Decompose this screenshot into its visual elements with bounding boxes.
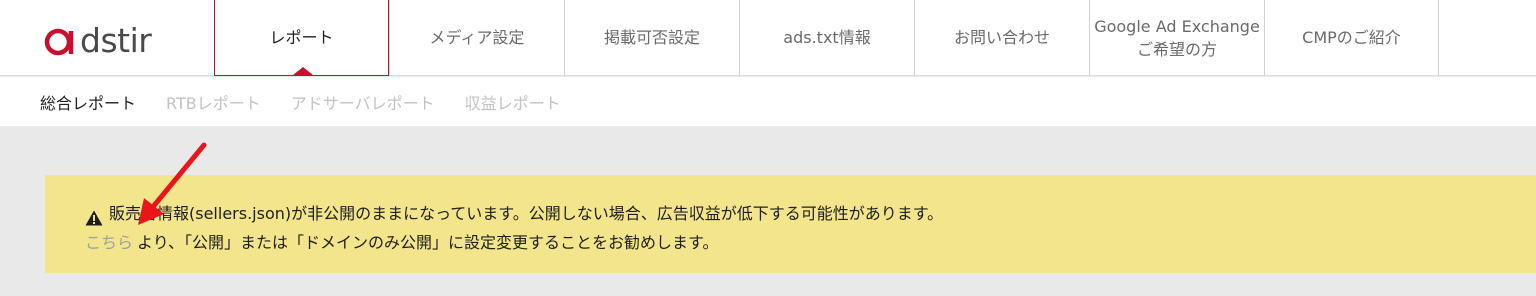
nav-tab-label: CMPのご紹介 xyxy=(1302,28,1401,48)
subnav-revenue-report[interactable]: 収益レポート xyxy=(465,90,561,114)
warning-recommendation: より、「公開」または「ドメインのみ公開」に設定変更することをお勧めします。 xyxy=(137,233,719,252)
subnav-total-report[interactable]: 総合レポート xyxy=(40,90,136,114)
nav-tab-label: Google Ad Exchange xyxy=(1094,16,1260,36)
nav-tab-placement-settings[interactable]: 掲載可否設定 xyxy=(564,0,739,76)
sellers-json-warning-banner: 販売者情報(sellers.json)が非公開のままになっています。公開しない場… xyxy=(45,175,1536,273)
subnav-adserver-report[interactable]: アドサーバレポート xyxy=(291,90,435,114)
nav-tab-ads-txt[interactable]: ads.txt情報 xyxy=(739,0,914,76)
warning-message: 販売者情報(sellers.json)が非公開のままになっています。公開しない場… xyxy=(109,204,944,223)
nav-tab-label: お問い合わせ xyxy=(953,28,1050,48)
nav-tab-label: レポート xyxy=(269,27,334,47)
logo-text: dstir xyxy=(80,20,152,60)
logo-mark-icon xyxy=(44,23,78,57)
nav-tab-media-settings[interactable]: メディア設定 xyxy=(389,0,564,76)
nav-tab-report[interactable]: レポート xyxy=(214,0,389,76)
top-navigation-bar: dstir レポート メディア設定 掲載可否設定 ads.txt情報 お問い合わ… xyxy=(0,0,1536,76)
nav-tab-label: メディア設定 xyxy=(429,28,525,48)
warning-icon xyxy=(85,206,103,225)
subnav-rtb-report[interactable]: RTBレポート xyxy=(166,90,261,114)
nav-tab-label: 掲載可否設定 xyxy=(603,28,700,48)
nav-tab-cmp[interactable]: CMPのご紹介 xyxy=(1264,0,1439,76)
adstir-logo[interactable]: dstir xyxy=(44,20,152,60)
nav-tab-label: ads.txt情報 xyxy=(783,28,871,48)
main-nav: レポート メディア設定 掲載可否設定 ads.txt情報 お問い合わせ Goog… xyxy=(214,0,1439,76)
nav-tab-google-ad-exchange[interactable]: Google Ad Exchange ご希望の方 xyxy=(1089,0,1264,76)
settings-link[interactable]: こちら xyxy=(85,228,133,257)
report-subnav: 総合レポート RTBレポート アドサーバレポート 収益レポート xyxy=(0,77,1536,126)
nav-tab-label-line2: ご希望の方 xyxy=(1136,40,1217,59)
nav-tab-contact[interactable]: お問い合わせ xyxy=(914,0,1089,76)
